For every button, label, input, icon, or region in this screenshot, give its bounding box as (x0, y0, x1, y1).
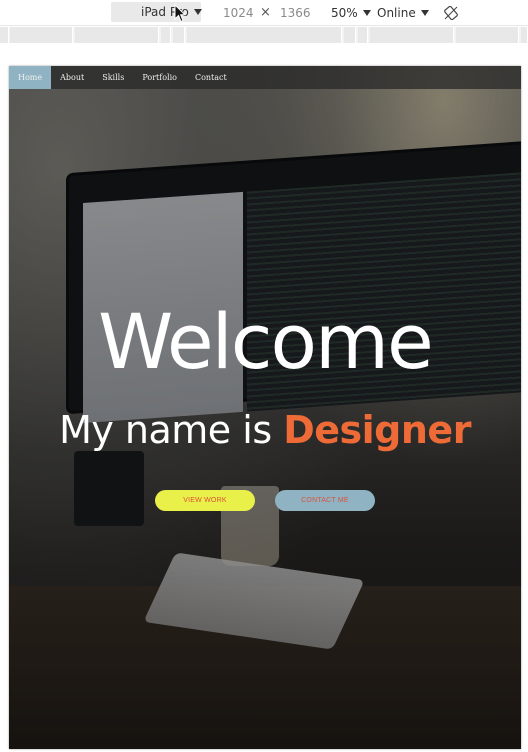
ruler-segment[interactable] (10, 27, 73, 43)
device-toolbar: iPad Pro 1024 × 1366 50% Online (0, 0, 528, 26)
nav-item-portfolio[interactable]: Portfolio (133, 66, 186, 89)
device-select[interactable]: iPad Pro (111, 2, 202, 22)
width-input[interactable]: 1024 (223, 0, 254, 25)
ruler-segment[interactable] (344, 27, 356, 43)
ruler-segment[interactable] (456, 27, 519, 43)
caret-down-icon (420, 9, 429, 16)
view-work-button[interactable]: VIEW WORK (155, 490, 255, 511)
nav-item-home[interactable]: Home (9, 66, 52, 89)
hero-subtitle-accent: Designer (283, 408, 471, 452)
caret-down-icon (362, 9, 371, 16)
main-nav: Home About Skills Portfolio Contact (9, 66, 521, 89)
device-viewport: Home About Skills Portfolio Contact Welc… (9, 66, 521, 749)
ruler-segment[interactable] (187, 27, 342, 43)
caret-down-icon (193, 9, 202, 15)
ruler-segment[interactable] (370, 27, 454, 43)
nav-item-contact[interactable]: Contact (186, 66, 236, 89)
height-input[interactable]: 1366 (280, 0, 311, 25)
zoom-select-label: 50% (331, 5, 358, 20)
network-select[interactable]: Online (377, 0, 429, 25)
ruler-segment[interactable] (521, 27, 528, 43)
media-query-ruler (0, 27, 528, 43)
hero-subtitle-prefix: My name is (59, 408, 284, 452)
ruler-segment[interactable] (0, 27, 9, 43)
hero-subtitle: My name is Designer (9, 411, 521, 449)
nav-item-skills[interactable]: Skills (93, 66, 133, 89)
ruler-segment[interactable] (358, 27, 368, 43)
network-select-label: Online (377, 5, 416, 20)
nav-item-about[interactable]: About (51, 66, 93, 89)
dimension-separator: × (260, 5, 271, 20)
ruler-segment[interactable] (75, 27, 159, 43)
mouse-cursor-icon (174, 4, 186, 23)
zoom-select[interactable]: 50% (331, 0, 371, 25)
rotate-icon[interactable] (444, 0, 460, 25)
ruler-segment[interactable] (173, 27, 185, 43)
hero-title: Welcome (98, 297, 434, 386)
contact-me-button[interactable]: CONTACT ME (275, 490, 375, 511)
ruler-segment[interactable] (161, 27, 171, 43)
